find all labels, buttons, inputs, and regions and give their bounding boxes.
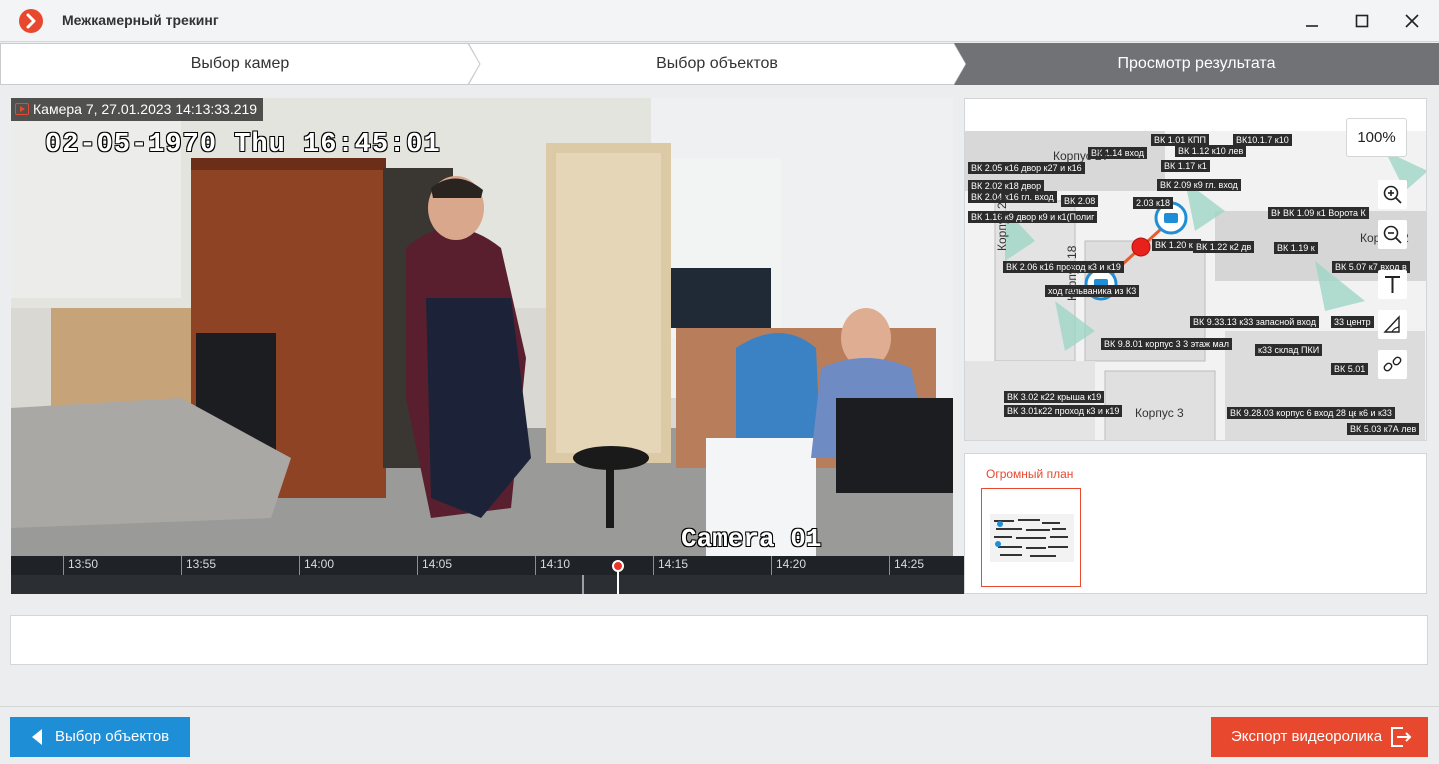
map-camera-label: ВК 1.19 к: [1274, 242, 1318, 254]
map-camera-label: ВК10.1.7 к10: [1233, 134, 1292, 146]
map-camera-label: ВК 1.17 к1: [1161, 160, 1210, 172]
info-panel: [10, 615, 1428, 665]
arrow-left-icon: [32, 729, 42, 745]
timeline-tick: 14:10: [535, 556, 570, 575]
maximize-icon: [1355, 14, 1369, 28]
timeline-tick: 14:20: [771, 556, 806, 575]
map-camera-label: ВК 5.01: [1331, 363, 1369, 375]
wizard-steps: Выбор камер Выбор объектов Просмотр резу…: [0, 43, 1439, 85]
map-camera-label: ВК 2.06 к16 проход к3 и к19: [1003, 261, 1124, 273]
back-button-label: Выбор объектов: [55, 728, 170, 745]
zoom-level: 100%: [1346, 118, 1407, 157]
timeline[interactable]: 13:50 13:55 14:00 14:05 14:10 14:15 14:2…: [11, 556, 964, 594]
timeline-tick: 13:50: [63, 556, 98, 575]
map-camera-label: ВК 2.09 к9 гл. вход: [1157, 179, 1241, 191]
map-building-label: Корпус 3: [1135, 406, 1184, 420]
map-camera-label: ВК 9.28.03 корпус 6 вход 28 цех: [1227, 407, 1366, 419]
app-logo-icon: [19, 9, 43, 33]
maximize-button[interactable]: [1349, 9, 1375, 33]
timeline-tick: 14:15: [653, 556, 688, 575]
map-camera-label: ВК 3.02 к22 крыша к19: [1004, 391, 1105, 403]
map-camera-label: ВК 1.22 к2 дв: [1193, 241, 1255, 253]
map-camera-label: к33 склад ПКИ: [1255, 344, 1323, 356]
step-select-objects[interactable]: Выбор объектов: [468, 43, 966, 85]
plan-name: Огромный план: [986, 467, 1074, 481]
map-camera-label: ВК 2.04 к16 гл. вход: [968, 191, 1057, 203]
minimize-button[interactable]: [1299, 9, 1325, 33]
map-camera-label: ВК 1.12 к10 лев: [1175, 145, 1247, 157]
step-label: Выбор камер: [190, 55, 290, 72]
ruler-icon: [1383, 315, 1400, 333]
minimize-icon: [1306, 25, 1318, 27]
step-select-cameras[interactable]: Выбор камер: [0, 43, 480, 85]
plan-thumbnail-image: [990, 514, 1074, 562]
map-camera-label: ВК 5.03 к7А лев: [1347, 423, 1420, 435]
back-button[interactable]: Выбор объектов: [10, 717, 190, 757]
timeline-playhead[interactable]: [612, 560, 624, 572]
map-building-label: Корпус 21: [995, 195, 1009, 251]
timeline-tick: 13:55: [181, 556, 216, 575]
map-camera-label: к6 и к33: [1356, 407, 1395, 419]
map-camera-label: ВК 1.16 к9 двор к9 и к1(Полиг: [968, 211, 1098, 223]
timeline-tick: 14:05: [417, 556, 452, 575]
recording-icon: [15, 103, 29, 115]
map-building-label: Корпус 2?: [1053, 149, 1109, 163]
osd-camera-name: Camera 01: [681, 524, 822, 554]
camera-label: Камера 7, 27.01.2023 14:13:33.219: [11, 98, 264, 121]
map-camera-label: ВК 1.09 к1 Ворота К: [1280, 207, 1369, 219]
plan-thumbnail[interactable]: [981, 488, 1081, 587]
video-player[interactable]: [11, 98, 953, 556]
osd-timestamp: 02-05-1970 Thu 16:45:01: [45, 130, 441, 160]
map-camera-label: ВК 9.33.13 к33 запасной вход: [1190, 316, 1319, 328]
timeline-event-marker: [582, 575, 584, 594]
link-button[interactable]: [1378, 350, 1407, 379]
camera-frame-image: [11, 98, 953, 556]
step-label: Просмотр результата: [1117, 55, 1276, 72]
export-button-label: Экспорт видеоролика: [1231, 728, 1383, 745]
text-tool-icon: [1385, 276, 1400, 293]
ruler-button[interactable]: [1378, 310, 1407, 339]
map-camera-label: 33 центр: [1331, 316, 1374, 328]
zoom-in-icon: [1383, 185, 1402, 204]
map-camera-label: ВК 2.08: [1061, 195, 1099, 207]
camera-label-text: Камера 7, 27.01.2023 14:13:33.219: [33, 101, 258, 117]
timeline-tick: 14:00: [299, 556, 334, 575]
map-building-label: Корпус 18: [1065, 245, 1079, 301]
text-tool-button[interactable]: [1378, 270, 1407, 299]
timeline-scale: 13:50 13:55 14:00 14:05 14:10 14:15 14:2…: [11, 556, 964, 575]
title-bar: Межкамерный трекинг: [0, 0, 1439, 42]
map-camera-label: ВК 9.8.01 корпус 3 3 этаж мал: [1101, 338, 1232, 350]
map-camera-label: 2.03 к18: [1133, 197, 1173, 209]
link-icon: [1383, 356, 1402, 372]
export-icon: [1391, 727, 1412, 747]
export-button[interactable]: Экспорт видеоролика: [1211, 717, 1428, 757]
zoom-out-icon: [1383, 225, 1402, 244]
step-view-result[interactable]: Просмотр результата: [954, 43, 1439, 85]
timeline-tick: 14:25: [889, 556, 924, 575]
close-icon: [1405, 14, 1419, 28]
close-button[interactable]: [1399, 9, 1425, 33]
zoom-in-button[interactable]: [1378, 180, 1407, 209]
map-camera-label: ход гальваника из К3: [1045, 285, 1140, 297]
step-label: Выбор объектов: [656, 55, 778, 72]
map-camera-label: ВК 3.01к22 проход к3 и к19: [1004, 405, 1123, 417]
zoom-out-button[interactable]: [1378, 220, 1407, 249]
map-camera-label: ВК 2.05 к16 двор к27 и к16: [968, 162, 1085, 174]
window-title: Межкамерный трекинг: [62, 12, 219, 28]
